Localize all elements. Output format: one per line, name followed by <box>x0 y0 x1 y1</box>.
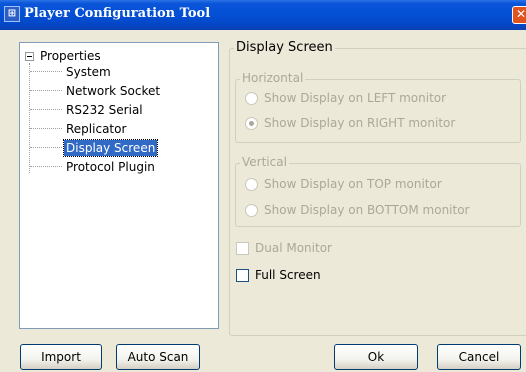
tree-root-label: Properties <box>40 49 101 63</box>
full-screen-checkbox[interactable]: Full Screen <box>236 268 321 282</box>
radio-label: Show Display on LEFT monitor <box>264 91 447 105</box>
checkbox-label: Dual Monitor <box>255 241 332 255</box>
tree-connector <box>30 109 62 110</box>
tree-connector <box>30 128 62 129</box>
tree-item-label: Replicator <box>66 121 127 136</box>
tree-item-protocol-plugin[interactable]: Protocol Plugin <box>30 158 157 175</box>
checkbox[interactable] <box>236 241 249 255</box>
radio-button[interactable] <box>245 177 258 191</box>
radio-bottom-monitor[interactable]: Show Display on BOTTOM monitor <box>245 203 469 217</box>
vertical-group <box>235 163 521 227</box>
checkbox[interactable] <box>236 268 249 282</box>
collapse-icon[interactable] <box>25 51 34 61</box>
tree-item-label: System <box>66 64 111 79</box>
tree-connector <box>30 147 62 148</box>
title-bar[interactable]: ⊞ Player Configuration Tool ✕ <box>0 0 526 30</box>
ok-button[interactable]: Ok <box>334 344 418 370</box>
dual-monitor-checkbox[interactable]: Dual Monitor <box>236 241 332 255</box>
tree-connector <box>30 90 62 91</box>
horizontal-legend: Horizontal <box>240 71 306 85</box>
tree-item-label: Display Screen <box>62 138 159 157</box>
tree-connector <box>30 166 62 167</box>
properties-tree[interactable]: Properties System Network Socket RS232 S… <box>19 42 219 329</box>
close-icon[interactable]: ✕ <box>512 6 526 24</box>
tree-root-properties[interactable]: Properties <box>25 48 101 64</box>
radio-right-monitor[interactable]: Show Display on RIGHT monitor <box>245 116 455 130</box>
app-icon: ⊞ <box>4 6 20 22</box>
tree-connector <box>30 71 62 72</box>
radio-label: Show Display on BOTTOM monitor <box>264 203 470 217</box>
tree-item-label: Protocol Plugin <box>66 159 155 174</box>
horizontal-group <box>235 79 521 143</box>
tree-item-label: Network Socket <box>66 83 161 98</box>
tree-item-label: RS232 Serial <box>66 102 143 117</box>
vertical-legend: Vertical <box>240 155 289 169</box>
auto-scan-button[interactable]: Auto Scan <box>116 344 200 370</box>
import-button[interactable]: Import <box>20 344 102 370</box>
cancel-button[interactable]: Cancel <box>437 344 521 370</box>
radio-top-monitor[interactable]: Show Display on TOP monitor <box>245 177 442 191</box>
window-title: Player Configuration Tool <box>24 6 211 21</box>
radio-label: Show Display on RIGHT monitor <box>264 116 456 130</box>
radio-label: Show Display on TOP monitor <box>264 177 442 191</box>
radio-button-checked[interactable] <box>245 116 258 130</box>
radio-button[interactable] <box>245 91 258 105</box>
tree-item-replicator[interactable]: Replicator <box>30 120 128 137</box>
checkbox-label: Full Screen <box>255 268 321 282</box>
display-screen-title: Display Screen <box>234 40 335 55</box>
tree-item-network-socket[interactable]: Network Socket <box>30 82 162 99</box>
tree-item-display-screen[interactable]: Display Screen <box>30 138 159 157</box>
tree-item-rs232-serial[interactable]: RS232 Serial <box>30 101 145 118</box>
tree-item-system[interactable]: System <box>30 63 113 80</box>
radio-left-monitor[interactable]: Show Display on LEFT monitor <box>245 91 446 105</box>
player-configuration-window: ⊞ Player Configuration Tool ✕ Properties… <box>0 0 526 372</box>
radio-button[interactable] <box>245 203 258 217</box>
